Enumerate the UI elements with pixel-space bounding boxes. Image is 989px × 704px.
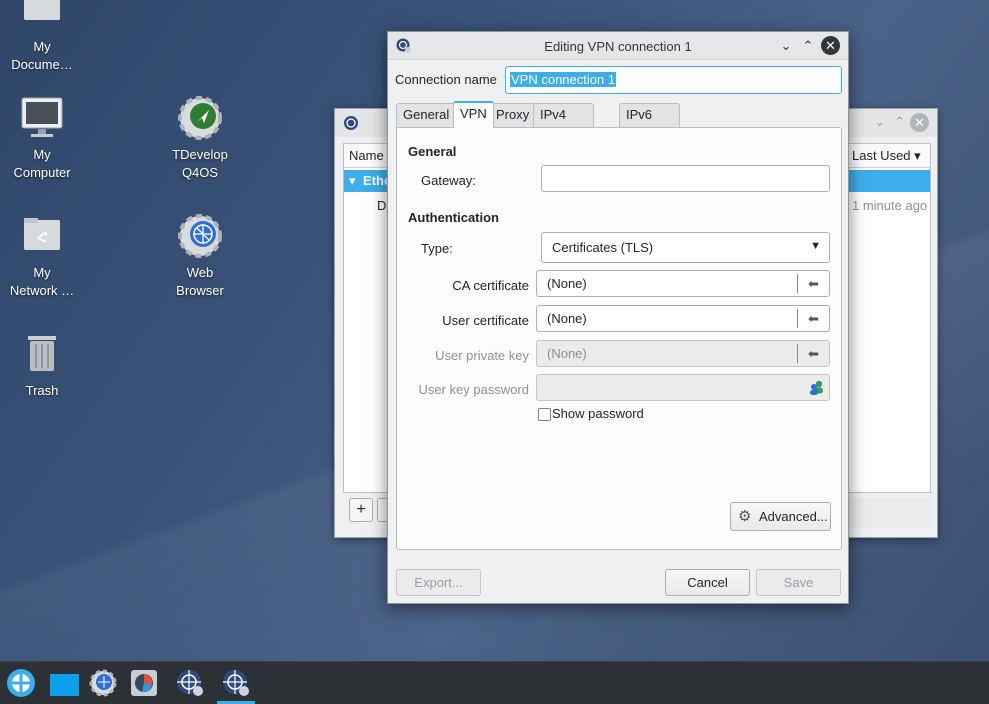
start-menu-icon[interactable] (6, 668, 36, 698)
desktop-icon-trash[interactable]: Trash (0, 330, 84, 400)
advanced-button[interactable]: ⚙ Advanced... (730, 502, 831, 531)
connection-name-label: Connection name (395, 72, 497, 87)
chevron-down-icon: ▼ (810, 240, 821, 252)
export-button[interactable]: Export... (396, 569, 481, 596)
show-desktop-icon[interactable] (49, 668, 79, 698)
list-bottom-strip (847, 498, 931, 528)
desktop-icon-label: Web Browser (176, 265, 224, 298)
desktop-icon-web-browser[interactable]: Web Browser (158, 212, 242, 300)
web-browser-gear-icon (176, 212, 224, 260)
desktop-icon-my-computer[interactable]: My Computer (0, 94, 84, 182)
close-icon[interactable]: ✕ (910, 113, 929, 132)
tab-ipv4-settings[interactable]: IPv4 Settings (533, 103, 594, 144)
connection-name-input[interactable]: VPN connection 1 (505, 66, 842, 94)
monitor-icon (18, 94, 66, 142)
minimize-icon[interactable]: ⌄ (874, 114, 885, 130)
network-editor-task-icon[interactable] (221, 668, 251, 698)
minimize-icon[interactable]: ⌄ (778, 38, 794, 54)
desktop-icon-my-network[interactable]: My Network … (0, 212, 84, 300)
password-storage-users-icon[interactable] (809, 379, 825, 398)
desktop-icon-label: TDevelop Q4OS (172, 147, 228, 180)
gear-icon: ⚙ (738, 508, 752, 525)
save-button[interactable]: Save (756, 569, 841, 596)
user-private-key-label: User private key (435, 348, 529, 363)
gateway-input[interactable] (541, 165, 830, 192)
expand-arrow-icon[interactable]: ▾ (349, 173, 356, 189)
upload-icon[interactable]: ⬅ (797, 344, 829, 363)
maximize-icon[interactable]: ⌃ (800, 38, 816, 54)
connection-row-last-used: 1 minute ago (852, 198, 928, 213)
desktop-icon-label: My Network … (9, 265, 75, 298)
user-certificate-value: (None) (547, 311, 587, 326)
user-private-key-picker[interactable]: (None) ⬅ (536, 340, 830, 367)
ca-certificate-label: CA certificate (452, 278, 529, 293)
user-key-password-label: User key password (418, 382, 529, 397)
section-general-heading: General (408, 144, 457, 159)
trash-icon (18, 330, 66, 378)
desktop-icon-label: My Docume… (11, 39, 73, 72)
tdevelop-gear-icon (176, 94, 224, 142)
auth-type-select[interactable]: Certificates (TLS) ▼ (541, 232, 830, 263)
user-certificate-picker[interactable]: (None) ⬅ (536, 305, 830, 332)
ca-certificate-value: (None) (547, 276, 587, 291)
tab-general[interactable]: General (396, 103, 457, 127)
web-browser-gear-icon[interactable] (88, 668, 118, 698)
ca-certificate-picker[interactable]: (None) ⬅ (536, 270, 830, 297)
vpn-tab-panel: General Gateway: Authentication Type: Ce… (396, 127, 842, 550)
user-key-password-input[interactable] (536, 374, 830, 401)
section-authentication-heading: Authentication (408, 210, 499, 225)
desktop-icon-tdevelop[interactable]: TDevelop Q4OS (158, 94, 242, 182)
network-folder-icon (18, 212, 66, 260)
maximize-icon[interactable]: ⌃ (894, 114, 905, 130)
tab-vpn[interactable]: VPN (453, 101, 494, 128)
tab-ipv6-settings[interactable]: IPv6 Settings (619, 103, 680, 144)
desktop-icon-label: Trash (25, 383, 59, 398)
column-name-header[interactable]: Name (349, 148, 384, 163)
add-connection-button[interactable]: + (349, 498, 373, 522)
desktop-icon-my-documents[interactable]: My Docume… (0, 0, 84, 74)
network-settings-icon[interactable] (175, 668, 205, 698)
taskbar (0, 661, 989, 704)
type-label: Type: (421, 241, 453, 256)
tab-proxy[interactable]: Proxy (489, 103, 537, 127)
show-password-checkbox[interactable] (538, 408, 551, 421)
user-private-key-value: (None) (547, 346, 587, 361)
dialog-titlebar: Editing VPN connection 1 ⌄ ⌃ ✕ (388, 32, 848, 60)
auth-type-value: Certificates (TLS) (552, 240, 654, 255)
show-password-label[interactable]: Show password (552, 406, 644, 421)
edit-vpn-dialog: Editing VPN connection 1 ⌄ ⌃ ✕ Connectio… (387, 31, 849, 604)
user-certificate-label: User certificate (442, 313, 529, 328)
gateway-label: Gateway: (421, 173, 476, 188)
connection-name-value: VPN connection 1 (510, 72, 617, 87)
desktop-icon-label: My Computer (13, 147, 71, 180)
upload-icon[interactable]: ⬅ (797, 274, 829, 293)
advanced-button-label: Advanced... (759, 509, 828, 524)
system-monitor-icon[interactable] (129, 668, 159, 698)
upload-icon[interactable]: ⬅ (797, 309, 829, 328)
close-icon[interactable]: ✕ (821, 36, 840, 55)
network-icon (343, 115, 359, 134)
column-last-used-header[interactable]: Last Used ▾ (852, 148, 921, 164)
folder-icon (18, 0, 66, 34)
cancel-button[interactable]: Cancel (665, 569, 750, 596)
